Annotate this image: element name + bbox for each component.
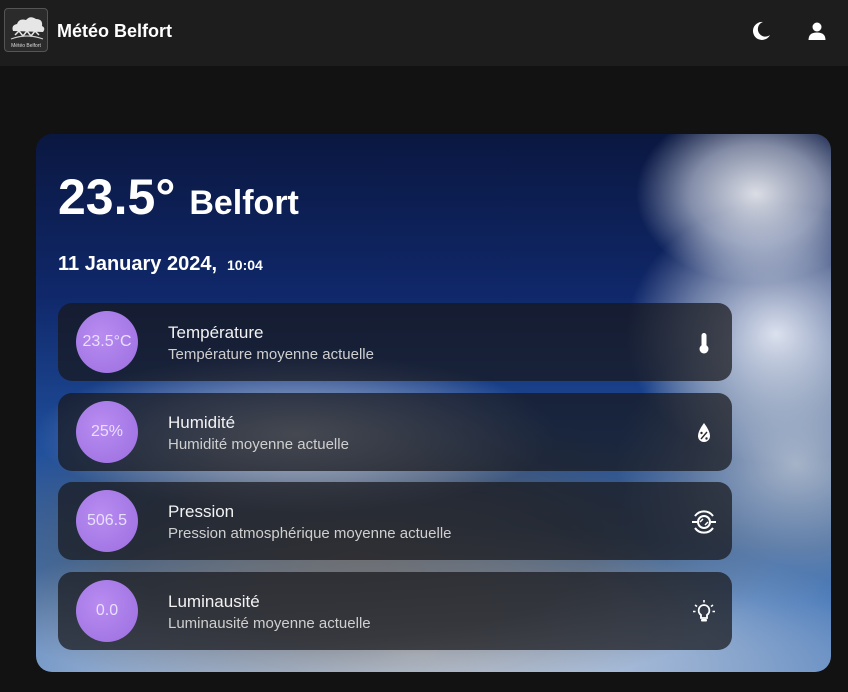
metric-value-badge: 23.5°C [76, 311, 138, 373]
top-app-bar: Météo Belfort Météo Belfort [0, 0, 848, 66]
user-icon[interactable] [806, 20, 828, 42]
current-date: 11 January 2024, [58, 253, 218, 275]
current-temperature: 23.5° [58, 169, 176, 225]
date-time: 11 January 2024, 10:04 [58, 253, 263, 276]
weather-card: 23.5° Belfort 11 January 2024, 10:04 23.… [36, 134, 831, 672]
app-title: Météo Belfort [57, 21, 173, 41]
metric-title: Pression [168, 502, 235, 521]
droplet-percent-icon [690, 419, 718, 447]
metric-title: Luminausité [168, 592, 260, 611]
metric-subtitle: Humidité moyenne actuelle [168, 436, 349, 453]
app-logo[interactable]: Météo Belfort [4, 8, 48, 52]
metric-value-badge: 0.0 [76, 580, 138, 642]
metric-value-badge: 506.5 [76, 490, 138, 552]
metric-row-luminosity[interactable]: 0.0 Luminausité Luminausité moyenne actu… [58, 572, 732, 650]
thermometer-icon [690, 329, 718, 357]
metric-subtitle: Température moyenne actuelle [168, 346, 374, 363]
metric-subtitle: Luminausité moyenne actuelle [168, 615, 371, 632]
metric-row-temperature[interactable]: 23.5°C Température Température moyenne a… [58, 303, 732, 381]
headline: 23.5° Belfort [58, 168, 299, 226]
moon-icon[interactable] [750, 20, 772, 42]
metric-row-pressure[interactable]: 506.5 Pression Pression atmosphérique mo… [58, 482, 732, 560]
lightbulb-icon [690, 598, 718, 626]
metric-row-humidity[interactable]: 25% Humidité Humidité moyenne actuelle [58, 393, 732, 471]
current-time: 10:04 [227, 257, 263, 273]
metric-subtitle: Pression atmosphérique moyenne actuelle [168, 525, 452, 542]
logo-caption: Météo Belfort [11, 43, 41, 49]
metric-value-badge: 25% [76, 401, 138, 463]
metric-title: Humidité [168, 413, 236, 432]
logo-cloud-icon [10, 17, 45, 40]
city-name: Belfort [189, 184, 299, 222]
pressure-icon [690, 508, 718, 536]
metric-title: Température [168, 323, 264, 342]
